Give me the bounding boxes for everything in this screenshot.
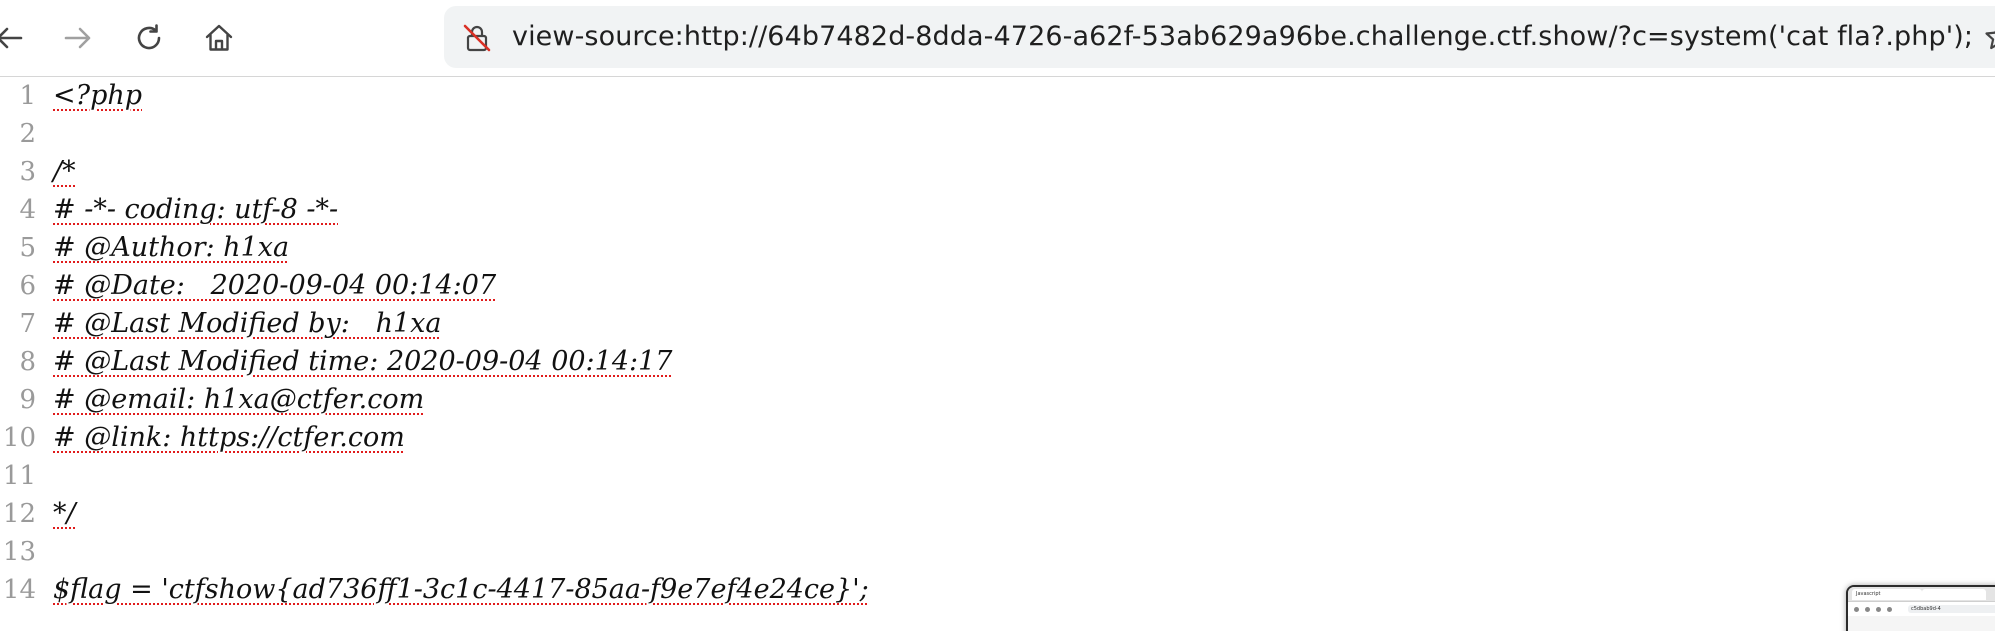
source-line: 5 # @Author: h1xa [0,229,1995,267]
url-text[interactable]: view-source:http://64b7482d-8dda-4726-a6… [512,21,1973,53]
line-number: 1 [0,77,36,115]
line-number: 6 [0,267,36,305]
source-line: 2 [0,115,1995,153]
reload-icon [134,23,164,53]
line-number: 11 [0,457,36,495]
forward-button[interactable] [55,15,101,61]
home-button[interactable] [196,15,242,61]
line-number: 10 [0,419,36,457]
code-text: # @Date: 2020-09-04 00:14:07 [53,267,496,305]
reload-button[interactable] [126,15,172,61]
star-icon[interactable] [1984,22,1995,52]
arrow-right-icon [63,23,93,53]
line-number: 5 [0,229,36,267]
source-line: 11 [0,457,1995,495]
line-number: 4 [0,191,36,229]
source-line: 1 <?php [0,77,1995,115]
code-text: # -*- coding: utf-8 -*- [53,191,338,229]
line-number: 3 [0,153,36,191]
source-view: 1 <?php 2 3 /* 4 # -*- coding: utf-8 -*-… [0,77,1995,631]
thumbnail-forward-icon [1865,607,1870,612]
home-icon [203,22,235,54]
thumbnail-tab-strip: Javascript [1848,587,1995,602]
code-text: # @Author: h1xa [53,229,289,267]
source-line: 13 [0,533,1995,571]
thumbnail-home-icon [1887,607,1892,612]
line-number: 9 [0,381,36,419]
line-number: 14 [0,571,36,609]
browser-toolbar: view-source:http://64b7482d-8dda-4726-a6… [0,0,1995,77]
thumbnail-toolbar: c5dbab9d-4 [1848,602,1995,616]
source-line: 7 # @Last Modified by: h1xa [0,305,1995,343]
source-line: 8 # @Last Modified time: 2020-09-04 00:1… [0,343,1995,381]
not-secure-lock-icon[interactable] [462,23,492,53]
line-number: 13 [0,533,36,571]
arrow-left-icon [0,23,24,53]
thumbnail-reload-icon [1876,607,1881,612]
line-number: 2 [0,115,36,153]
line-number: 7 [0,305,36,343]
back-button[interactable] [0,15,32,61]
code-text: $flag = 'ctfshow{ad736ff1-3c1c-4417-85aa… [53,571,869,609]
source-line: 6 # @Date: 2020-09-04 00:14:07 [0,267,1995,305]
source-line: 3 /* [0,153,1995,191]
thumbnail-url: c5dbab9d-4 [1908,605,1995,613]
source-line: 10 # @link: https://ctfer.com [0,419,1995,457]
code-text: <?php [53,77,142,115]
code-text: # @email: h1xa@ctfer.com [53,381,424,419]
source-line: 14 $flag = 'ctfshow{ad736ff1-3c1c-4417-8… [0,571,1995,609]
code-text: # @Last Modified time: 2020-09-04 00:14:… [53,343,672,381]
address-bar[interactable]: view-source:http://64b7482d-8dda-4726-a6… [444,6,1995,68]
source-line: 4 # -*- coding: utf-8 -*- [0,191,1995,229]
thumbnail-tab [1922,589,1986,600]
source-line: 9 # @email: h1xa@ctfer.com [0,381,1995,419]
code-text: # @Last Modified by: h1xa [53,305,441,343]
code-text: */ [53,495,76,533]
thumbnail-tab: Javascript [1852,589,1922,600]
line-number: 8 [0,343,36,381]
line-number: 12 [0,495,36,533]
code-text: # @link: https://ctfer.com [53,419,405,457]
code-text: /* [53,153,76,191]
thumbnail-back-icon [1854,607,1859,612]
window-thumbnail[interactable]: Javascript c5dbab9d-4 [1846,585,1995,631]
source-line: 12 */ [0,495,1995,533]
